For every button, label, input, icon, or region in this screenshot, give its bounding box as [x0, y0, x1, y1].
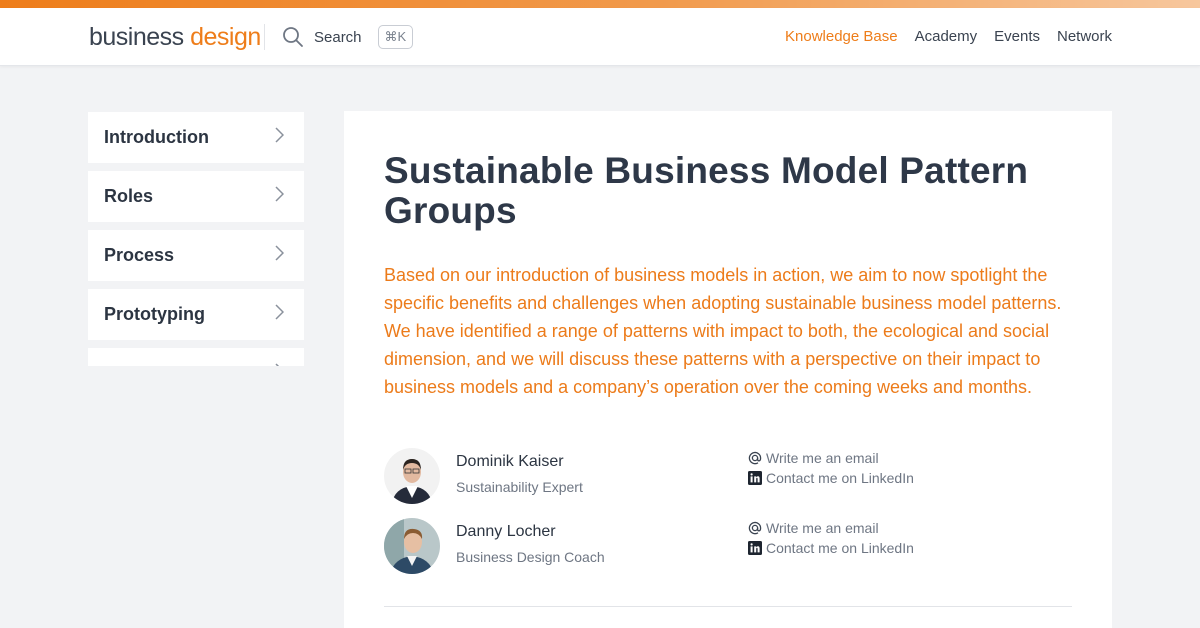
sidebar-item-label: Process: [104, 245, 175, 265]
author-contact-links: Write me an email Contact me on LinkedIn: [747, 518, 914, 558]
search-shortcut-badge: ⌘K: [377, 25, 414, 49]
email-link-label: Write me an email: [766, 520, 879, 536]
author-card: Danny Locher Business Design Coach Write…: [384, 518, 1044, 574]
author-contact-links: Write me an email Contact me on LinkedIn: [747, 448, 914, 488]
linkedin-link-label: Contact me on LinkedIn: [766, 470, 914, 486]
chevron-right-icon: [274, 245, 285, 266]
main-nav: Knowledge Base Academy Events Network: [785, 27, 1112, 47]
chevron-right-icon: [274, 186, 285, 207]
nav-academy[interactable]: Academy: [915, 27, 978, 47]
linkedin-icon: [747, 541, 762, 556]
author-name: Danny Locher: [456, 523, 556, 540]
linkedin-icon: [747, 471, 762, 486]
author-name: Dominik Kaiser: [456, 453, 564, 470]
email-link[interactable]: Write me an email: [747, 518, 914, 538]
top-accent-bar: [0, 0, 1200, 8]
linkedin-link[interactable]: Contact me on LinkedIn: [747, 468, 914, 488]
article-intro: Based on our introduction of business mo…: [384, 265, 1062, 397]
sidebar-item-introduction[interactable]: Introduction: [88, 112, 304, 163]
sidebar-item-label: Roles: [104, 186, 154, 206]
nav-knowledge-base[interactable]: Knowledge Base: [785, 27, 898, 47]
sidebar: Introduction Roles Process Prototyping: [88, 112, 304, 366]
author-role: Business Design Coach: [456, 549, 605, 565]
brand-word-2: design: [190, 23, 261, 51]
search-icon: [282, 26, 304, 48]
header-divider: [264, 24, 265, 50]
chevron-right-icon: [274, 304, 285, 325]
nav-events[interactable]: Events: [994, 27, 1040, 47]
brand-logo[interactable]: business design: [89, 22, 261, 52]
avatar: [384, 448, 440, 504]
email-link[interactable]: Write me an email: [747, 448, 914, 468]
search-button[interactable]: Search ⌘K: [282, 22, 414, 52]
sidebar-item-prototyping[interactable]: Prototyping: [88, 289, 304, 340]
at-sign-icon: [747, 521, 762, 536]
linkedin-link[interactable]: Contact me on LinkedIn: [747, 538, 914, 558]
sidebar-item-label: Introduction: [104, 127, 209, 147]
brand-word-1: business: [89, 23, 184, 51]
email-link-label: Write me an email: [766, 450, 879, 466]
sidebar-item-process[interactable]: Process: [88, 230, 304, 281]
linkedin-link-label: Contact me on LinkedIn: [766, 540, 914, 556]
section-divider: [384, 606, 1072, 607]
sidebar-item-roles[interactable]: Roles: [88, 171, 304, 222]
chevron-right-icon: [274, 127, 285, 148]
search-label: Search: [314, 28, 362, 46]
chevron-right-icon: [274, 363, 284, 366]
author-card: Dominik Kaiser Sustainability Expert Wri…: [384, 448, 1044, 504]
at-sign-icon: [747, 451, 762, 466]
avatar: [384, 518, 440, 574]
sidebar-item-partial[interactable]: [88, 348, 304, 366]
site-header: business design Search ⌘K Knowledge Base…: [0, 8, 1200, 66]
page-title: Sustainable Business Model Pattern Group…: [384, 150, 1029, 231]
author-role: Sustainability Expert: [456, 479, 583, 495]
article-card: Sustainable Business Model Pattern Group…: [344, 111, 1112, 628]
sidebar-item-label: Prototyping: [104, 304, 205, 324]
nav-network[interactable]: Network: [1057, 27, 1112, 47]
